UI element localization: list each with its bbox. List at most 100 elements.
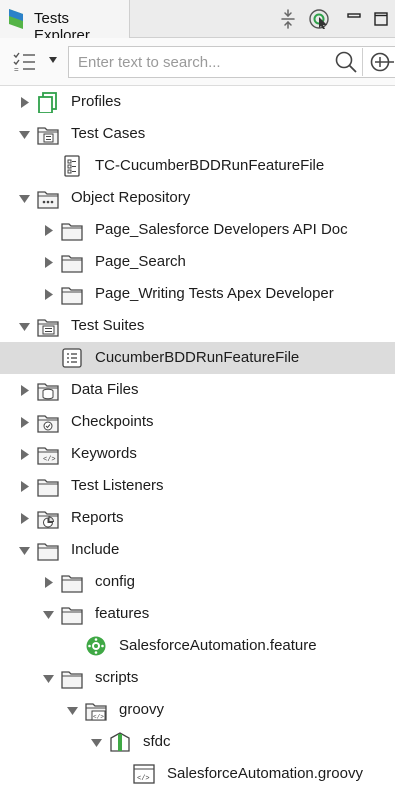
collapsed-arrow-icon[interactable]: [19, 417, 30, 428]
tree-item[interactable]: Page_Salesforce Developers API Doc: [0, 214, 395, 246]
tree-item-label: groovy: [119, 701, 165, 718]
search-icon[interactable]: [334, 50, 358, 74]
expanded-arrow-icon[interactable]: [67, 705, 78, 716]
keywords-icon: </>: [37, 447, 59, 465]
expanded-arrow-icon[interactable]: [19, 321, 30, 332]
tree-item-label: SalesforceAutomation.feature: [119, 637, 317, 654]
tree-item-label: features: [95, 605, 150, 622]
folder-icon: [61, 255, 83, 273]
tree-item[interactable]: sfdc: [0, 726, 395, 758]
tree-item-label: Test Listeners: [71, 477, 164, 494]
collapsed-arrow-icon[interactable]: [19, 449, 30, 460]
tree-item[interactable]: Test Suites: [0, 310, 395, 342]
maximize-icon[interactable]: [370, 8, 392, 30]
folder-icon: [61, 575, 83, 593]
package-icon: [110, 732, 130, 752]
tree-item[interactable]: scripts: [0, 662, 395, 694]
folder-icon: [37, 479, 59, 497]
tree-item[interactable]: Page_Writing Tests Apex Developer: [0, 278, 395, 310]
svg-text:</>: </>: [43, 456, 56, 464]
tree-item[interactable]: </> groovy: [0, 694, 395, 726]
collapse-all-icon[interactable]: [277, 8, 299, 30]
expanded-arrow-icon[interactable]: [43, 673, 54, 684]
test-suite-icon: [62, 348, 82, 368]
tree-item-label: Test Cases: [71, 125, 146, 142]
tree-item-label: config: [95, 573, 136, 590]
svg-text:=: =: [14, 65, 19, 74]
minimize-icon[interactable]: [343, 8, 365, 30]
tree-item-label: Page_Writing Tests Apex Developer: [95, 285, 334, 302]
tree-item-label: Page_Search: [95, 253, 186, 270]
reports-icon: [37, 511, 59, 529]
advanced-search-icon[interactable]: [368, 50, 394, 74]
folder-icon: [61, 287, 83, 305]
expanded-arrow-icon[interactable]: [43, 609, 54, 620]
profiles-icon: [38, 92, 57, 113]
source-folder-icon: </>: [85, 703, 107, 721]
tree-item[interactable]: config: [0, 566, 395, 598]
tree-item-label: Include: [71, 541, 120, 558]
tree-item-label: scripts: [95, 669, 139, 686]
test-suites-folder-icon: [37, 319, 59, 337]
tree-item-label: TC-CucumberBDDRunFeatureFile: [95, 157, 325, 174]
tree-item[interactable]: Include: [0, 534, 395, 566]
folder-icon: [61, 223, 83, 241]
collapsed-arrow-icon[interactable]: [43, 577, 54, 588]
tree-item-label: Keywords: [71, 445, 137, 462]
checkpoints-icon: [37, 415, 59, 433]
tree-item[interactable]: Test Listeners: [0, 470, 395, 502]
search-bar: =: [0, 38, 395, 86]
tree-item[interactable]: Profiles: [0, 86, 395, 118]
tree-item-label: Checkpoints: [71, 413, 154, 430]
tree-item-label: Test Suites: [71, 317, 145, 334]
tree-item[interactable]: Data Files: [0, 374, 395, 406]
tree-item[interactable]: Checkpoints: [0, 406, 395, 438]
collapsed-arrow-icon[interactable]: [19, 97, 30, 108]
folder-icon: [61, 607, 83, 625]
tree-item[interactable]: Object Repository: [0, 182, 395, 214]
expanded-arrow-icon[interactable]: [91, 737, 102, 748]
expanded-arrow-icon[interactable]: [19, 193, 30, 204]
tree-item[interactable]: </> Keywords: [0, 438, 395, 470]
expanded-arrow-icon[interactable]: [19, 545, 30, 556]
search-divider: [362, 48, 363, 76]
collapsed-arrow-icon[interactable]: [19, 513, 30, 524]
filter-dropdown-icon[interactable]: [48, 55, 58, 65]
data-files-icon: [37, 383, 59, 401]
tree-item[interactable]: TC-CucumberBDDRunFeatureFile: [0, 150, 395, 182]
test-case-icon: [64, 155, 80, 177]
test-cases-folder-icon: [37, 127, 59, 145]
svg-text:</>: </>: [137, 775, 150, 783]
tree-item[interactable]: Page_Search: [0, 246, 395, 278]
collapsed-arrow-icon[interactable]: [43, 289, 54, 300]
expanded-arrow-icon[interactable]: [19, 129, 30, 140]
tree-item-label: Profiles: [71, 93, 122, 110]
tree-item-label: Page_Salesforce Developers API Doc: [95, 221, 348, 238]
tree-item[interactable]: features: [0, 598, 395, 630]
collapsed-arrow-icon[interactable]: [19, 385, 30, 396]
tree-item-label: CucumberBDDRunFeatureFile: [95, 349, 300, 366]
cucumber-feature-icon: [86, 636, 106, 656]
tree-item-label: Reports: [71, 509, 124, 526]
view-titlebar: Tests Explorer: [0, 0, 395, 44]
object-repository-icon: [37, 191, 59, 209]
collapsed-arrow-icon[interactable]: [19, 481, 30, 492]
tree-item[interactable]: Reports: [0, 502, 395, 534]
folder-icon: [61, 671, 83, 689]
tree-item[interactable]: SalesforceAutomation.feature: [0, 630, 395, 662]
link-editor-icon[interactable]: [308, 8, 330, 30]
groovy-file-icon: </>: [133, 764, 155, 784]
svg-text:</>: </>: [93, 714, 104, 721]
tree-item[interactable]: CucumberBDDRunFeatureFile: [0, 342, 395, 374]
filter-list-icon[interactable]: =: [12, 50, 38, 74]
collapsed-arrow-icon[interactable]: [43, 257, 54, 268]
tree-item-label: Data Files: [71, 381, 139, 398]
tests-explorer-tab[interactable]: Tests Explorer: [0, 0, 130, 44]
tree-item-label: Object Repository: [71, 189, 191, 206]
collapsed-arrow-icon[interactable]: [43, 225, 54, 236]
tree-item[interactable]: Test Cases: [0, 118, 395, 150]
tree-item[interactable]: </> SalesforceAutomation.groovy: [0, 758, 395, 790]
tree-item-label: SalesforceAutomation.groovy: [167, 765, 363, 782]
folder-icon: [37, 543, 59, 561]
tree-item-label: sfdc: [143, 733, 171, 750]
